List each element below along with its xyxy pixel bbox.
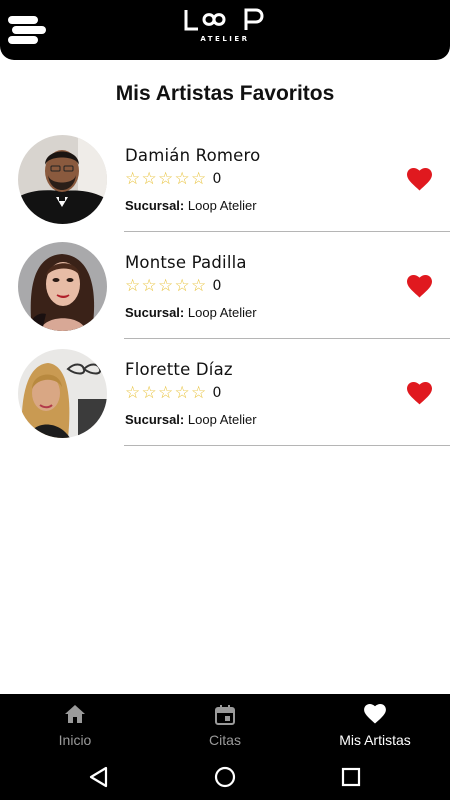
star-rating: ☆ ☆ ☆ ☆ ☆ 0 bbox=[125, 384, 221, 402]
logo-subtitle: ATELIER bbox=[200, 35, 250, 43]
branch-name: Loop Atelier bbox=[187, 305, 257, 320]
star-outline-icon: ☆ bbox=[174, 276, 190, 296]
star-outline-icon: ☆ bbox=[191, 169, 207, 189]
app-header: ATELIER bbox=[0, 0, 450, 60]
rating-count: 0 bbox=[212, 171, 222, 187]
star-outline-icon: ☆ bbox=[125, 169, 141, 189]
menu-icon[interactable] bbox=[8, 14, 46, 46]
system-navigation-bar bbox=[0, 754, 450, 800]
star-rating: ☆ ☆ ☆ ☆ ☆ 0 bbox=[125, 277, 221, 295]
artist-card[interactable]: Florette Díaz ☆ ☆ ☆ ☆ ☆ 0 Sucursal: Loop… bbox=[0, 349, 450, 456]
branch-name: Loop Atelier bbox=[187, 412, 257, 427]
nav-label: Mis Artistas bbox=[339, 732, 411, 748]
rating-count: 0 bbox=[212, 278, 222, 294]
divider bbox=[124, 445, 450, 446]
star-outline-icon: ☆ bbox=[174, 169, 190, 189]
nav-item-citas[interactable]: Citas bbox=[150, 694, 300, 754]
recents-icon[interactable] bbox=[338, 764, 364, 790]
artist-name: Florette Díaz bbox=[125, 360, 233, 379]
branch-label: Sucursal: bbox=[125, 198, 185, 213]
branch-info: Sucursal: Loop Atelier bbox=[125, 198, 257, 213]
heart-icon bbox=[364, 704, 386, 724]
nav-label: Inicio bbox=[58, 732, 92, 748]
branch-label: Sucursal: bbox=[125, 412, 185, 427]
star-outline-icon: ☆ bbox=[141, 383, 157, 403]
avatar-photo bbox=[18, 135, 107, 224]
home-circle-icon[interactable] bbox=[212, 764, 238, 790]
avatar bbox=[18, 349, 107, 438]
divider bbox=[124, 338, 450, 339]
star-outline-icon: ☆ bbox=[191, 276, 207, 296]
branch-name: Loop Atelier bbox=[187, 198, 257, 213]
bottom-navigation: Inicio Citas Mis Artistas bbox=[0, 694, 450, 754]
rating-count: 0 bbox=[212, 385, 222, 401]
star-outline-icon: ☆ bbox=[158, 383, 174, 403]
star-outline-icon: ☆ bbox=[191, 383, 207, 403]
nav-item-mis-artistas[interactable]: Mis Artistas bbox=[300, 694, 450, 754]
favorite-heart-icon[interactable] bbox=[407, 382, 432, 405]
star-outline-icon: ☆ bbox=[158, 276, 174, 296]
avatar-photo bbox=[18, 349, 107, 438]
loop-atelier-logo: ATELIER bbox=[175, 8, 275, 52]
star-outline-icon: ☆ bbox=[125, 383, 141, 403]
logo-mark bbox=[184, 8, 264, 31]
avatar-photo bbox=[18, 242, 107, 331]
avatar bbox=[18, 242, 107, 331]
star-outline-icon: ☆ bbox=[141, 169, 157, 189]
artist-card[interactable]: Damián Romero ☆ ☆ ☆ ☆ ☆ 0 Sucursal: Loop… bbox=[0, 135, 450, 242]
page-title: Mis Artistas Favoritos bbox=[115, 82, 335, 105]
star-outline-icon: ☆ bbox=[158, 169, 174, 189]
favorite-heart-icon[interactable] bbox=[407, 168, 432, 191]
avatar bbox=[18, 135, 107, 224]
artist-card[interactable]: Montse Padilla ☆ ☆ ☆ ☆ ☆ 0 Sucursal: Loo… bbox=[0, 242, 450, 349]
star-rating: ☆ ☆ ☆ ☆ ☆ 0 bbox=[125, 170, 221, 188]
branch-info: Sucursal: Loop Atelier bbox=[125, 305, 257, 320]
branch-info: Sucursal: Loop Atelier bbox=[125, 412, 257, 427]
star-outline-icon: ☆ bbox=[125, 276, 141, 296]
artist-name: Damián Romero bbox=[125, 146, 261, 165]
home-icon bbox=[65, 705, 85, 723]
artist-name: Montse Padilla bbox=[125, 253, 247, 272]
calendar-icon bbox=[215, 705, 235, 725]
branch-label: Sucursal: bbox=[125, 305, 185, 320]
divider bbox=[124, 231, 450, 232]
nav-item-inicio[interactable]: Inicio bbox=[0, 694, 150, 754]
back-icon[interactable] bbox=[86, 764, 112, 790]
nav-label: Citas bbox=[209, 732, 241, 748]
star-outline-icon: ☆ bbox=[141, 276, 157, 296]
favorite-heart-icon[interactable] bbox=[407, 275, 432, 298]
star-outline-icon: ☆ bbox=[174, 383, 190, 403]
